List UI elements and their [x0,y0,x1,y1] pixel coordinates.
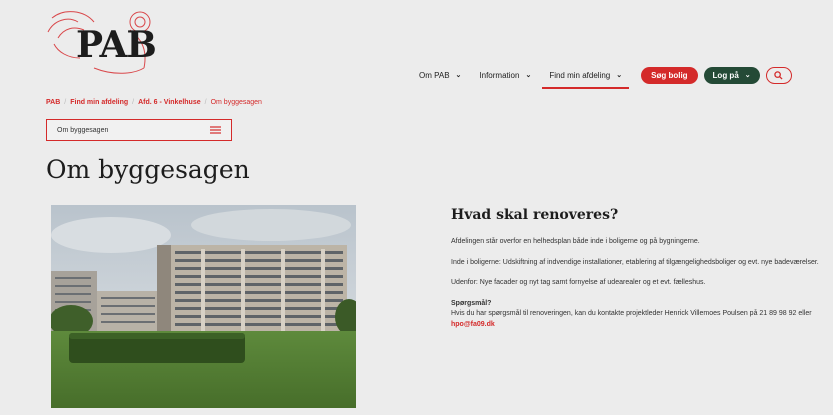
nav-item-information[interactable]: Information ⌄ [470,64,540,86]
breadcrumb-link-pab[interactable]: PAB [46,99,60,106]
menu-icon [210,126,221,134]
renovation-content: Hvad skal renoveres? Afdelingen står ove… [451,207,821,340]
login-label: Log på [712,70,739,80]
contact-email-link[interactable]: hpo@fa09.dk [451,321,495,328]
paragraph-inside: Inde i boligerne: Udskiftning af indvend… [451,258,819,266]
login-button[interactable]: Log på ⌄ [703,66,760,84]
paragraph-outside: Udenfor: Nye facader og nyt tag samt for… [451,279,706,286]
breadcrumb-separator: / [64,99,67,106]
page-title: Om byggesagen [46,155,250,184]
search-icon [774,70,783,80]
questions-body: Hvis du har spørgsmål til renoveringen, … [451,310,812,317]
building-photo [51,205,356,408]
breadcrumb-link-find-min-afdeling[interactable]: Find min afdeling [70,99,128,106]
nav-item-om-pab[interactable]: Om PAB ⌄ [410,64,470,86]
logo-text: PAB [76,24,157,66]
chevron-down-icon: ⌄ [616,72,623,79]
nav-item-find-min-afdeling[interactable]: Find min afdeling ⌄ [540,64,631,89]
chevron-down-icon: ⌄ [525,72,532,79]
main-nav: Om PAB ⌄ Information ⌄ Find min afdeling… [410,64,792,89]
breadcrumb-current: Om byggesagen [210,99,262,106]
section-dropdown[interactable]: Om byggesagen [46,119,232,141]
breadcrumb-separator: / [204,99,207,106]
breadcrumb-link-afdeling[interactable]: Afd. 6 - Vinkelhuse [138,99,201,106]
questions-text: Hvis du har spørgsmål til renoveringen, … [451,309,821,330]
nav-item-label: Information [479,70,520,80]
nav-item-label: Om PAB [419,70,450,80]
chevron-down-icon: ⌄ [455,72,462,79]
paragraph-intro: Afdelingen står overfor en helhedsplan b… [451,238,700,245]
section-heading: Hvad skal renoveres? [451,207,619,223]
pab-logo[interactable]: PAB [44,8,157,78]
questions-title: Spørgsmål? [451,299,492,307]
chevron-down-icon: ⌄ [744,72,751,79]
breadcrumb-separator: / [132,99,135,106]
section-dropdown-label: Om byggesagen [57,126,109,134]
search-button[interactable] [765,66,792,84]
breadcrumb: PAB / Find min afdeling / Afd. 6 - Vinke… [46,99,262,106]
search-home-button[interactable]: Søg bolig [641,66,698,84]
nav-item-label: Find min afdeling [549,70,611,80]
search-home-label: Søg bolig [651,70,688,80]
